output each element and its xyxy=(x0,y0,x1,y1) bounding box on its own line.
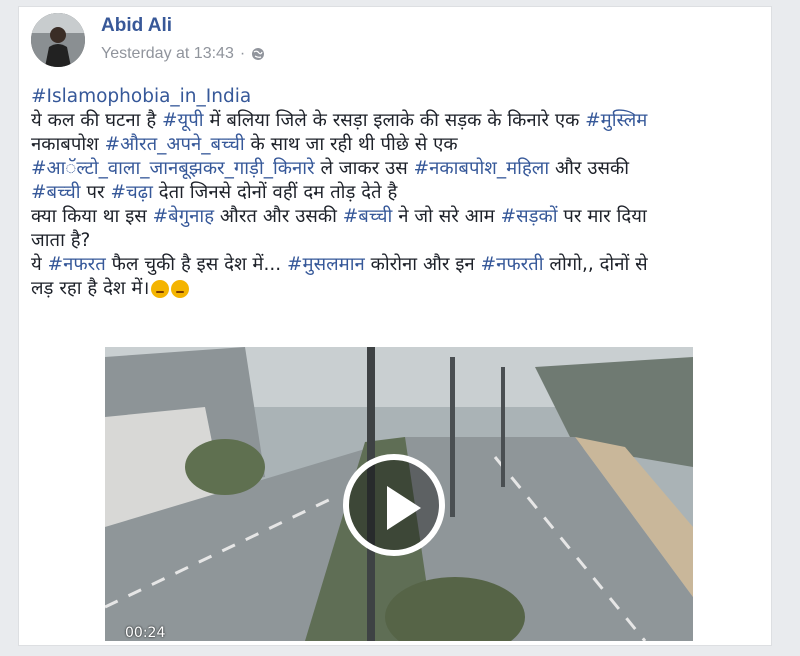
post-text-segment: क्या किया था इस xyxy=(31,206,153,227)
hashtag-link[interactable]: #बेगुनाह xyxy=(153,206,214,227)
angry-face-icon xyxy=(171,280,190,298)
post-text-segment: ने जो सरे आम xyxy=(392,206,501,227)
post-text-segment: ये कल की घटना है xyxy=(31,110,163,131)
hashtag-link[interactable]: #बच्ची xyxy=(31,182,81,203)
hashtag-link[interactable]: #नकाबपोश_महिला xyxy=(414,158,549,179)
post-text-segment: पर मार दिया xyxy=(557,206,647,227)
post-text-line: #बच्ची पर #चढ़ा देता जिनसे दोनों वहीं दम… xyxy=(31,181,761,205)
globe-icon[interactable] xyxy=(251,47,265,61)
post-text-line: ये कल की घटना है #यूपी में बलिया जिले के… xyxy=(31,109,761,133)
video-player[interactable]: 00:24 xyxy=(105,347,693,641)
post-text-line: जाता है? xyxy=(31,229,761,253)
post-text-line: ये #नफरत फैल चुकी है इस देश में... #मुसल… xyxy=(31,253,761,277)
post-text-line: #Islamophobia_in_India xyxy=(31,85,761,109)
video-timecode: 00:24 xyxy=(125,625,166,641)
post-meta: Yesterday at 13:43 · xyxy=(101,45,265,63)
play-button[interactable] xyxy=(343,454,445,556)
post-text-segment: नकाबपोश xyxy=(31,134,105,155)
post-text-line: लड़ रहा है देश में। xyxy=(31,277,761,301)
author-name[interactable]: Abid Ali xyxy=(101,15,172,37)
post-text-segment: देता जिनसे दोनों वहीं दम तोड़ देते है xyxy=(152,182,398,203)
meta-separator: · xyxy=(239,45,246,62)
post-text-line: नकाबपोश #औरत_अपने_बच्ची के साथ जा रही थी… xyxy=(31,133,761,157)
post-text-segment: फैल चुकी है इस देश में... xyxy=(105,254,288,275)
post-timestamp[interactable]: Yesterday at 13:43 xyxy=(101,45,234,63)
hashtag-link[interactable]: #सड़कों xyxy=(501,206,558,227)
post-text-segment: लड़ रहा है देश में। xyxy=(31,278,150,299)
hashtag-link[interactable]: #बच्ची xyxy=(343,206,393,227)
hashtag-link[interactable]: #नफरती xyxy=(481,254,544,275)
post-text-segment: के साथ जा रही थी पीछे से एक xyxy=(244,134,458,155)
avatar[interactable] xyxy=(31,13,85,67)
hashtag-link[interactable]: #यूपी xyxy=(162,110,204,131)
post-text-line: #आॅल्टो_वाला_जानबूझकर_गाड़ी_किनारे ले जा… xyxy=(31,157,761,181)
post-text-segment: और उसकी xyxy=(549,158,630,179)
post-text-segment: में बलिया जिले के रसड़ा इलाके की सड़क के… xyxy=(203,110,586,131)
angry-face-icon xyxy=(151,280,170,298)
hashtag-link[interactable]: #चढ़ा xyxy=(110,182,152,203)
post-card: Abid Ali Yesterday at 13:43 · #Islamopho… xyxy=(18,6,772,646)
post-text-segment: कोरोना और इन xyxy=(364,254,481,275)
post-text-segment: जाता है? xyxy=(31,230,91,251)
hashtag-link[interactable]: #औरत_अपने_बच्ची xyxy=(105,134,245,155)
post-text-line: क्या किया था इस #बेगुनाह औरत और उसकी #बच… xyxy=(31,205,761,229)
post-text: #Islamophobia_in_India ये कल की घटना है #… xyxy=(31,85,761,301)
hashtag-link[interactable]: #आॅल्टो_वाला_जानबूझकर_गाड़ी_किनारे xyxy=(31,158,315,179)
post-text-segment: पर xyxy=(80,182,111,203)
hashtag-link[interactable]: #नफरत xyxy=(48,254,106,275)
post-text-segment: ये xyxy=(31,254,48,275)
hashtag-link[interactable]: #Islamophobia_in_India xyxy=(31,86,251,107)
hashtag-link[interactable]: #मुस्लिम xyxy=(585,110,647,131)
post-text-segment: लोगो,, दोनों से xyxy=(543,254,648,275)
post-text-segment: ले जाकर उस xyxy=(314,158,414,179)
post-text-segment: औरत और उसकी xyxy=(214,206,343,227)
hashtag-link[interactable]: #मुसलमान xyxy=(287,254,365,275)
